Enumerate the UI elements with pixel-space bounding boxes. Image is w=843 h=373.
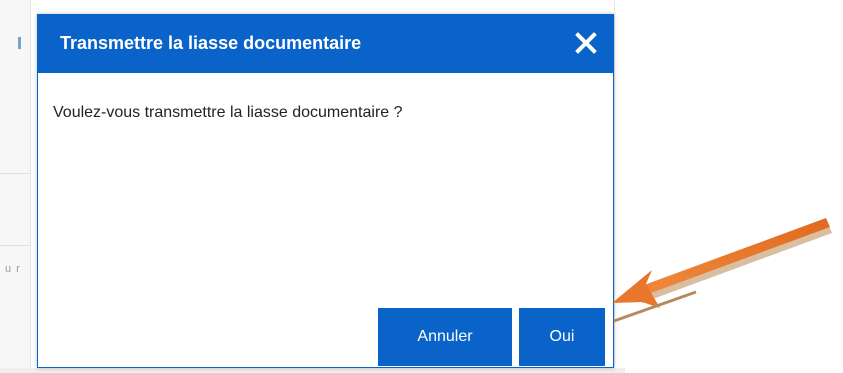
confirm-button[interactable]: Oui <box>519 308 605 366</box>
background-divider <box>0 173 30 174</box>
background-text-fragment: u r <box>5 263 21 275</box>
dialog-message: Voulez-vous transmettre la liasse docume… <box>53 104 403 121</box>
background-bottom-strip <box>0 368 625 373</box>
background-divider <box>0 245 30 246</box>
transmit-dialog: Transmettre la liasse documentaire Voule… <box>37 14 614 368</box>
arrow-pointer-icon <box>612 218 832 323</box>
close-button[interactable] <box>569 26 603 60</box>
cancel-button[interactable]: Annuler <box>378 308 512 366</box>
background-left-panel <box>0 0 31 373</box>
dialog-title: Transmettre la liasse documentaire <box>60 33 362 53</box>
dialog-header: Transmettre la liasse documentaire <box>38 15 613 73</box>
background-marker <box>18 37 21 49</box>
screen: u r Transmettre la liasse documentaire V… <box>0 0 843 373</box>
close-icon <box>575 32 597 54</box>
